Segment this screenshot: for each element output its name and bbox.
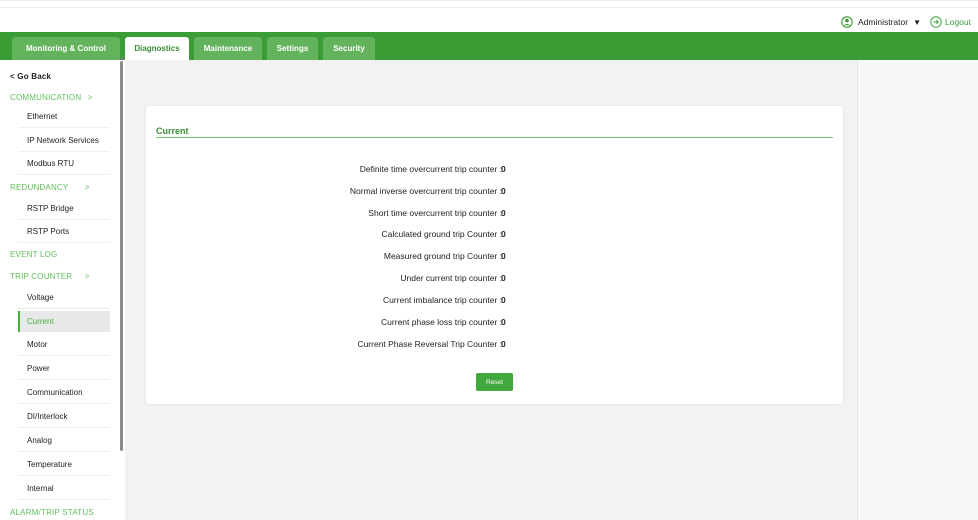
top-bar: Administrator ▼ Logout [0, 0, 978, 32]
card-title: Current [156, 126, 189, 136]
sidebar-item-internal[interactable]: Internal [18, 477, 110, 500]
counter-row: Short time overcurrent trip counter : 0 [146, 208, 843, 220]
user-icon [841, 16, 853, 28]
right-panel [857, 60, 978, 520]
counter-row: Definite time overcurrent trip counter :… [146, 164, 843, 176]
sidebar-item-analog[interactable]: Analog [18, 429, 110, 452]
main-nav: Monitoring & Control Diagnostics Mainten… [0, 32, 978, 60]
counter-label: Current imbalance trip counter : [382, 295, 502, 305]
counter-value: 0 [501, 229, 506, 239]
reset-button[interactable]: Reset [476, 373, 513, 391]
counter-value: 0 [501, 186, 506, 196]
sidebar-item-voltage[interactable]: Voltage [18, 286, 110, 309]
counter-label: Current Phase Reversal Trip Counter : [357, 339, 502, 349]
counter-label: Under current trip counter : [400, 273, 502, 283]
counter-row: Calculated ground trip Counter : 0 [146, 229, 843, 241]
scrollbar-thumb[interactable] [120, 61, 123, 451]
counter-row: Normal inverse overcurrent trip counter … [146, 186, 843, 198]
counter-value: 0 [501, 164, 506, 174]
tab-diagnostics[interactable]: Diagnostics [125, 37, 189, 60]
counter-row: Under current trip counter : 0 [146, 273, 843, 285]
section-label: TRIP COUNTER [10, 272, 73, 281]
tab-monitoring-control[interactable]: Monitoring & Control [12, 37, 120, 60]
counter-label: Measured ground trip Counter : [383, 251, 502, 261]
counter-value: 0 [501, 317, 506, 327]
sidebar-item-ethernet[interactable]: Ethernet [18, 105, 110, 128]
top-divider [0, 7, 978, 8]
go-back-link[interactable]: < Go Back [10, 72, 51, 81]
counter-row: Current imbalance trip counter : 0 [146, 295, 843, 307]
sidebar-section-event-log[interactable]: EVENT LOG [10, 250, 57, 259]
sidebar-section-alarm-trip-status[interactable]: ALARM/TRIP STATUS [10, 508, 94, 517]
sidebar-item-current[interactable]: Current [18, 311, 110, 332]
user-name: Administrator [858, 17, 909, 27]
tab-security[interactable]: Security [323, 37, 375, 60]
sidebar-section-communication[interactable]: COMMUNICATION > [10, 93, 93, 102]
sidebar: < Go Back COMMUNICATION > Ethernet IP Ne… [0, 56, 125, 520]
scroll-up-icon[interactable] [119, 56, 124, 60]
sidebar-item-temperature[interactable]: Temperature [18, 453, 110, 476]
chevron-down-icon: ▼ [913, 17, 921, 27]
user-menu[interactable]: Administrator ▼ [841, 16, 921, 28]
counter-value: 0 [501, 251, 506, 261]
logout-icon [930, 16, 942, 28]
chevron-right-icon: > [87, 93, 93, 102]
counter-label: Calculated ground trip Counter : [381, 229, 503, 239]
sidebar-section-trip-counter[interactable]: TRIP COUNTER > [10, 272, 90, 281]
counter-row: Measured ground trip Counter : 0 [146, 251, 843, 263]
logout-label: Logout [945, 17, 971, 27]
counter-value: 0 [501, 295, 506, 305]
sidebar-item-rstp-ports[interactable]: RSTP Ports [18, 220, 110, 243]
counter-row: Current phase loss trip counter : 0 [146, 317, 843, 329]
chevron-right-icon: > [84, 272, 90, 281]
tab-settings[interactable]: Settings [267, 37, 318, 60]
counter-row: Current Phase Reversal Trip Counter : 0 [146, 339, 843, 351]
counter-value: 0 [501, 273, 506, 283]
counter-label: Normal inverse overcurrent trip counter … [349, 186, 502, 196]
sidebar-item-communication[interactable]: Communication [18, 381, 110, 404]
trip-counter-card: Current Definite time overcurrent trip c… [146, 106, 843, 404]
counter-value: 0 [501, 339, 506, 349]
sidebar-item-rstp-bridge[interactable]: RSTP Bridge [18, 197, 110, 220]
section-label: REDUNDANCY [10, 183, 69, 192]
counter-label: Current phase loss trip counter : [381, 317, 502, 327]
sidebar-section-redundancy[interactable]: REDUNDANCY > [10, 183, 90, 192]
sidebar-item-ip-network-services[interactable]: IP Network Services [18, 129, 110, 152]
tab-maintenance[interactable]: Maintenance [194, 37, 262, 60]
counter-label: Short time overcurrent trip counter : [368, 208, 502, 218]
sidebar-item-di-interlock[interactable]: DI/Interlock [18, 405, 110, 428]
card-divider [156, 137, 833, 138]
counter-label: Definite time overcurrent trip counter : [359, 164, 502, 174]
counter-value: 0 [501, 208, 506, 218]
chevron-right-icon: > [84, 183, 90, 192]
sidebar-item-motor[interactable]: Motor [18, 333, 110, 356]
section-label: COMMUNICATION [10, 93, 82, 102]
logout-button[interactable]: Logout [930, 16, 971, 28]
sidebar-scrollbar[interactable] [119, 56, 124, 460]
sidebar-item-modbus-rtu[interactable]: Modbus RTU [18, 152, 110, 175]
sidebar-item-power[interactable]: Power [18, 357, 110, 380]
